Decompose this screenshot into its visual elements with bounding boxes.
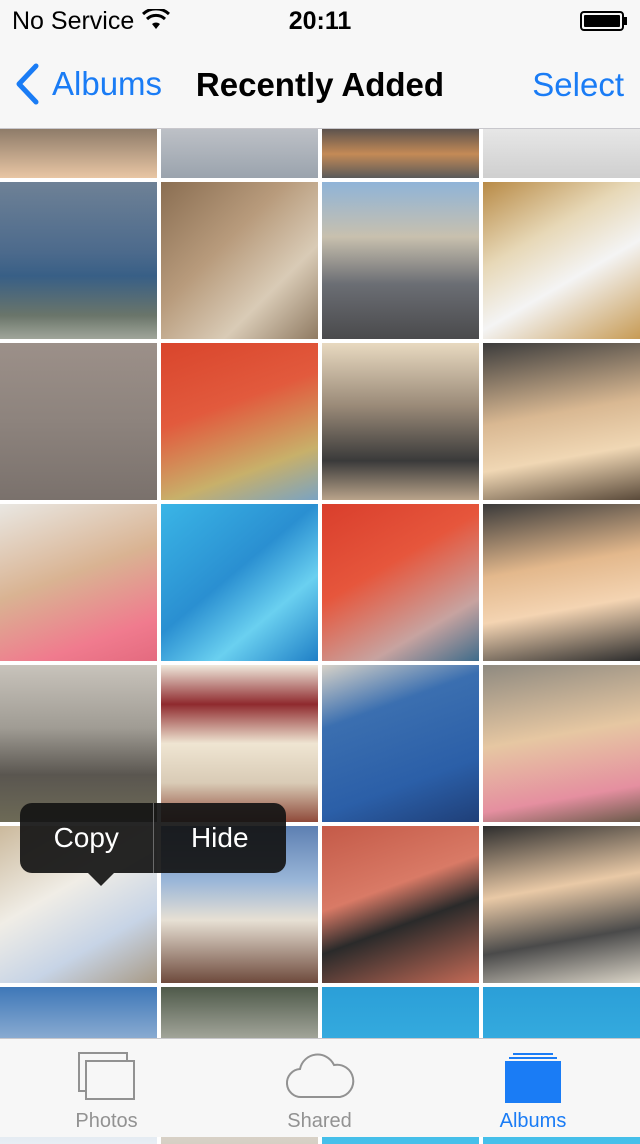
photo-thumbnail[interactable] [161, 504, 318, 661]
photo-thumbnail[interactable] [0, 182, 157, 339]
photo-thumbnail[interactable] [483, 504, 640, 661]
photo-thumbnail[interactable] [483, 826, 640, 983]
photo-thumbnail[interactable] [161, 182, 318, 339]
photo-thumbnail[interactable] [0, 504, 157, 661]
tab-bar: Photos Shared Albums [0, 1038, 640, 1137]
tab-albums[interactable]: Albums [426, 1039, 640, 1137]
clock: 20:11 [288, 7, 352, 35]
navigation-bar: Albums Recently Added Select [0, 40, 640, 129]
cloud-icon [285, 1053, 354, 1099]
photo-thumbnail[interactable] [322, 826, 479, 983]
tab-shared-label: Shared [287, 1110, 352, 1132]
photo-thumbnail[interactable] [322, 182, 479, 339]
photo-thumbnail[interactable] [322, 504, 479, 661]
photo-thumbnail[interactable] [483, 665, 640, 822]
photo-thumbnail[interactable] [0, 343, 157, 500]
tab-shared[interactable]: Shared [213, 1039, 426, 1137]
menu-pointer [88, 873, 114, 886]
context-menu: Copy Hide [20, 803, 287, 886]
tab-photos-label: Photos [75, 1110, 138, 1132]
copy-button[interactable]: Copy [20, 803, 153, 873]
photos-icon [77, 1052, 135, 1100]
photo-thumbnail[interactable] [161, 343, 318, 500]
status-bar: No Service 20:11 [0, 0, 640, 40]
select-button[interactable]: Select [532, 66, 624, 104]
photo-thumbnail[interactable] [483, 182, 640, 339]
photo-thumbnail[interactable] [483, 343, 640, 500]
photo-thumbnail[interactable] [0, 665, 157, 822]
photo-thumbnail[interactable] [322, 343, 479, 500]
tab-photos[interactable]: Photos [0, 1039, 213, 1137]
battery-icon [580, 11, 627, 31]
hide-button[interactable]: Hide [154, 803, 287, 873]
albums-icon [505, 1053, 561, 1103]
tab-albums-label: Albums [499, 1110, 567, 1132]
photo-grid [0, 0, 640, 1144]
photo-thumbnail[interactable] [161, 665, 318, 822]
photo-thumbnail[interactable] [322, 665, 479, 822]
